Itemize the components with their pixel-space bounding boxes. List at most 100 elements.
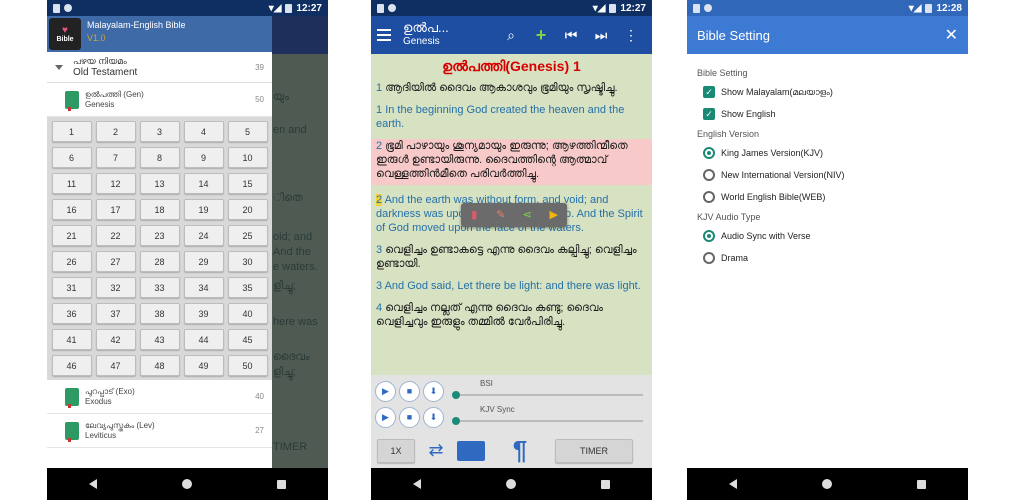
chapter-button[interactable]: 27 <box>95 251 136 272</box>
close-icon[interactable]: ✕ <box>945 25 958 45</box>
chapter-button[interactable]: 12 <box>95 173 136 194</box>
chapter-button[interactable]: 32 <box>95 277 136 298</box>
chapter-button[interactable]: 48 <box>139 355 180 376</box>
recent-apps-icon[interactable] <box>276 479 286 489</box>
back-icon[interactable] <box>729 479 738 489</box>
old-testament-group[interactable]: പഴയ നിയമം Old Testament 39 <box>47 52 272 83</box>
back-icon[interactable] <box>89 479 98 489</box>
bible-text-view[interactable]: ഉൽപത്തി(Genesis) 1 1 ആദിയിൽ ദൈവം ആകാശവും… <box>371 54 652 375</box>
chapter-button[interactable]: 40 <box>227 303 268 324</box>
chapter-button[interactable]: 20 <box>227 199 268 220</box>
verse[interactable]: 4 വെളിച്ചം നല്ലത് എന്നു ദൈവം കണ്ടു; ദൈവം… <box>376 301 647 329</box>
chapter-button[interactable]: 17 <box>95 199 136 220</box>
menu-icon[interactable] <box>377 29 391 41</box>
chapter-button[interactable]: 7 <box>95 147 136 168</box>
chapter-button[interactable]: 45 <box>227 329 268 350</box>
chapter-button[interactable]: 29 <box>183 251 224 272</box>
chapter-button[interactable]: 26 <box>51 251 92 272</box>
verse[interactable]: 3 വെളിച്ചം ഉണ്ടാകട്ടെ എന്നു ദൈവം കല്പിച്… <box>376 243 647 271</box>
add-bookmark-icon[interactable]: + <box>526 25 556 46</box>
bookmark-icon[interactable]: ▮ <box>468 209 480 221</box>
chapter-button[interactable]: 9 <box>183 147 224 168</box>
chapter-button[interactable]: 42 <box>95 329 136 350</box>
verse[interactable]: 1 ആദിയിൽ ദൈവം ആകാശവും ഭൂമിയും സൃഷ്ടിച്ചു… <box>376 81 647 95</box>
chapter-button[interactable]: 18 <box>139 199 180 220</box>
chapter-button[interactable]: 50 <box>227 355 268 376</box>
chapter-button[interactable]: 47 <box>95 355 136 376</box>
chapter-button[interactable]: 28 <box>139 251 180 272</box>
repeat-icon[interactable]: ⇄ <box>415 440 457 461</box>
chapter-button[interactable]: 31 <box>51 277 92 298</box>
chapter-button[interactable]: 30 <box>227 251 268 272</box>
show-english-checkbox[interactable]: ✓ Show English <box>697 103 958 125</box>
home-icon[interactable] <box>821 479 832 489</box>
kjv-radio[interactable]: King James Version(KJV) <box>697 142 958 164</box>
chapter-button[interactable]: 14 <box>183 173 224 194</box>
recent-apps-icon[interactable] <box>916 479 926 489</box>
chapter-button[interactable]: 1 <box>51 121 92 142</box>
chapter-button[interactable]: 13 <box>139 173 180 194</box>
play-verse-icon[interactable]: ▶ <box>548 209 560 221</box>
verse-highlighted[interactable]: 2 ഭൂമി പാഴായും ശൂന്യമായും ഇരുന്നു; ആഴത്ത… <box>371 139 652 185</box>
verse[interactable]: 1 In the beginning God created the heave… <box>376 103 647 131</box>
drama-radio[interactable]: Drama <box>697 247 958 269</box>
chapter-button[interactable]: 6 <box>51 147 92 168</box>
next-chapter-icon[interactable]: ⏭ <box>586 27 616 44</box>
edit-note-icon[interactable]: ✎ <box>495 209 507 221</box>
chapter-button[interactable]: 10 <box>227 147 268 168</box>
chapter-button[interactable]: 49 <box>183 355 224 376</box>
stop-icon[interactable]: ■ <box>399 406 420 428</box>
chapter-button[interactable]: 4 <box>183 121 224 142</box>
audio-seekbar[interactable]: KJV Sync <box>452 405 648 427</box>
show-malayalam-checkbox[interactable]: ✓ Show Malayalam(മലയാളം) <box>697 81 958 103</box>
chapter-button[interactable]: 25 <box>227 225 268 246</box>
download-icon[interactable]: ⬇ <box>423 406 444 428</box>
chapter-button[interactable]: 11 <box>51 173 92 194</box>
chapter-button[interactable]: 41 <box>51 329 92 350</box>
speed-button[interactable]: 1X <box>377 438 415 463</box>
chapter-button[interactable]: 36 <box>51 303 92 324</box>
chapter-button[interactable]: 35 <box>227 277 268 298</box>
chapter-button[interactable]: 21 <box>51 225 92 246</box>
chapter-button[interactable]: 34 <box>183 277 224 298</box>
chapter-button[interactable]: 2 <box>95 121 136 142</box>
recent-apps-icon[interactable] <box>600 479 610 489</box>
book-item-genesis[interactable]: ഉൽപത്തി (Gen) Genesis 50 <box>47 83 272 117</box>
seek-handle[interactable] <box>452 417 460 425</box>
chapter-button[interactable]: 16 <box>51 199 92 220</box>
chapter-button[interactable]: 22 <box>95 225 136 246</box>
chapter-button[interactable]: 15 <box>227 173 268 194</box>
play-icon[interactable]: ▶ <box>375 406 396 428</box>
chapter-button[interactable]: 8 <box>139 147 180 168</box>
download-icon[interactable]: ⬇ <box>423 380 444 402</box>
previous-chapter-icon[interactable]: ⏮ <box>556 27 586 44</box>
timer-button[interactable]: TIMER <box>555 438 633 463</box>
keyboard-icon[interactable] <box>457 440 485 461</box>
chapter-button[interactable]: 43 <box>139 329 180 350</box>
chapter-button[interactable]: 46 <box>51 355 92 376</box>
chapter-button[interactable]: 23 <box>139 225 180 246</box>
play-icon[interactable]: ▶ <box>375 380 396 402</box>
back-icon[interactable] <box>413 479 422 489</box>
web-radio[interactable]: World English Bible(WEB) <box>697 186 958 208</box>
stop-icon[interactable]: ■ <box>399 380 420 402</box>
overflow-menu-icon[interactable]: ⋮ <box>616 27 646 44</box>
search-icon[interactable]: ⌕ <box>496 27 526 44</box>
chapter-button[interactable]: 44 <box>183 329 224 350</box>
home-icon[interactable] <box>505 479 516 489</box>
book-item-leviticus[interactable]: ലേവ്യപുസ്തകം (Lev) Leviticus 27 <box>47 414 272 448</box>
paragraph-icon[interactable]: ¶ <box>485 435 555 466</box>
chapter-button[interactable]: 38 <box>139 303 180 324</box>
chapter-button[interactable]: 37 <box>95 303 136 324</box>
chapter-button[interactable]: 39 <box>183 303 224 324</box>
audio-seekbar[interactable]: BSI <box>452 379 648 401</box>
verse[interactable]: 3 And God said, Let there be light: and … <box>376 279 647 293</box>
share-icon[interactable]: ⋖ <box>521 209 533 221</box>
niv-radio[interactable]: New International Version(NIV) <box>697 164 958 186</box>
chapter-button[interactable]: 5 <box>227 121 268 142</box>
chapter-button[interactable]: 24 <box>183 225 224 246</box>
chapter-button[interactable]: 33 <box>139 277 180 298</box>
seek-handle[interactable] <box>452 391 460 399</box>
audio-sync-radio[interactable]: Audio Sync with Verse <box>697 225 958 247</box>
home-icon[interactable] <box>181 479 192 489</box>
